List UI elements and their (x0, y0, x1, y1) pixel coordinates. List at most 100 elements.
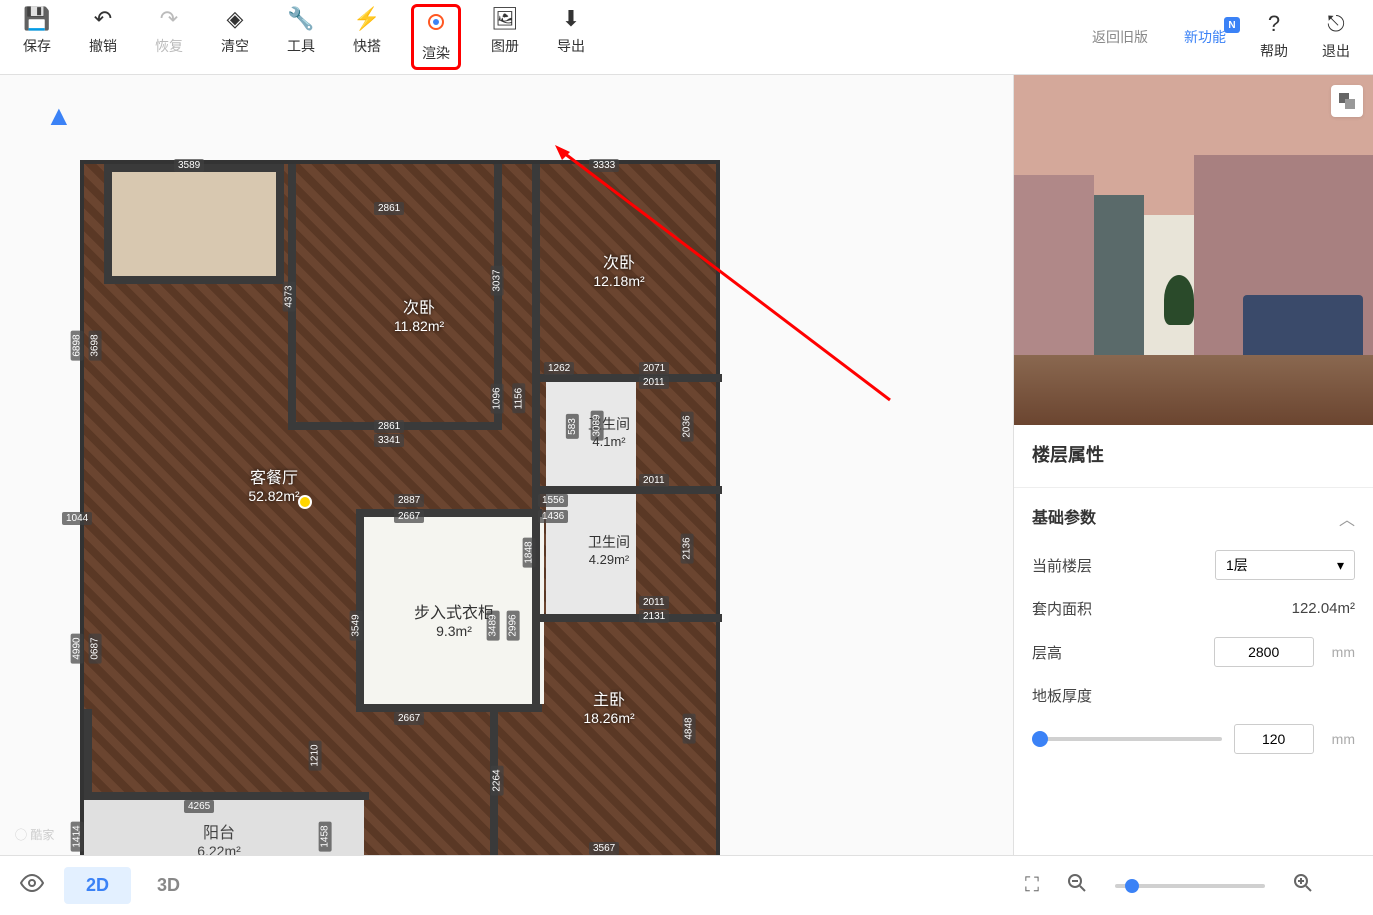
floor-select[interactable]: 1层 ▾ (1215, 550, 1355, 580)
new-badge: N (1224, 17, 1240, 33)
prop-current-floor: 当前楼层 1层 ▾ (1032, 550, 1355, 580)
preview-3d-viewport[interactable] (1014, 75, 1373, 425)
dim: 0687 (89, 633, 102, 663)
dim: 1458 (319, 821, 332, 851)
thickness-slider-thumb[interactable] (1032, 731, 1048, 747)
camera-position-marker[interactable] (298, 495, 312, 509)
quick-label: 快搭 (353, 36, 381, 56)
dim: 1848 (523, 537, 536, 567)
view-2d-button[interactable]: 2D (64, 867, 131, 904)
eraser-icon: ◈ (227, 8, 244, 30)
thickness-input[interactable] (1234, 724, 1314, 754)
tools-label: 工具 (287, 36, 315, 56)
dim: 1262 (544, 362, 574, 375)
tools-button[interactable]: 🔧 工具 (279, 4, 323, 70)
height-input[interactable] (1214, 637, 1314, 667)
chevron-up-icon: ︿ (1339, 506, 1355, 530)
help-button[interactable]: ? 帮助 (1252, 9, 1296, 65)
dim: 3037 (491, 265, 504, 295)
dim: 4373 (283, 281, 296, 311)
zoom-slider-thumb[interactable] (1125, 879, 1139, 893)
help-label: 帮助 (1260, 41, 1288, 61)
redo-button[interactable]: ↷ 恢复 (147, 4, 191, 70)
dim: 1414 (71, 821, 84, 851)
dim: 1556 (538, 494, 568, 507)
dim: 1156 (512, 384, 525, 414)
dim: 2011 (639, 376, 669, 389)
floorplan[interactable]: 次卧 11.82m² 次卧 12.18m² 客餐厅 52.82m² 卫生间 4.… (80, 160, 720, 855)
dim: 3698 (89, 330, 102, 360)
zoom-out-icon[interactable] (1067, 873, 1087, 899)
panel-basic-params: 基础参数 ︿ 当前楼层 1层 ▾ 套内面积 122.04m² 层高 mm (1014, 487, 1373, 770)
zoom-in-icon[interactable] (1293, 873, 1313, 899)
new-feature-button[interactable]: N 新功能 (1176, 23, 1234, 51)
redo-icon: ↷ (160, 8, 178, 30)
preview-plant (1164, 275, 1194, 325)
dim: 4265 (184, 800, 214, 813)
view-3d-button[interactable]: 3D (135, 867, 202, 904)
right-panel: 楼层属性 基础参数 ︿ 当前楼层 1层 ▾ 套内面积 122.04m² 层高 (1013, 75, 1373, 855)
dim: 3341 (374, 434, 404, 447)
dim: 1436 (538, 510, 568, 523)
old-version-link[interactable]: 返回旧版 (1082, 27, 1158, 47)
chevron-down-icon: ▾ (1337, 557, 1344, 574)
dim: 2861 (374, 202, 404, 215)
basic-params-header[interactable]: 基础参数 ︿ (1032, 504, 1355, 532)
area-label: 套内面积 (1032, 598, 1280, 619)
dim: 4990 (71, 633, 84, 663)
export-label: 导出 (557, 36, 585, 56)
thickness-slider[interactable] (1032, 737, 1222, 741)
exit-button[interactable]: ⎋ 退出 (1314, 9, 1358, 65)
bottom-bar: 2D 3D ⛶ (0, 855, 1373, 915)
dim: 2667 (394, 712, 424, 725)
album-button[interactable]: 🖼 图册 (483, 4, 527, 70)
zoom-slider[interactable] (1115, 884, 1265, 888)
preview-toggle-button[interactable] (1331, 85, 1363, 117)
dim: 2131 (639, 610, 669, 623)
export-button[interactable]: ⬇ 导出 (549, 4, 593, 70)
dim: 2264 (491, 765, 504, 795)
visibility-toggle[interactable] (20, 871, 44, 901)
prop-floor-height: 层高 mm (1032, 637, 1355, 667)
dim: 2071 (639, 362, 669, 375)
image-icon: 🖼 (491, 8, 519, 30)
dim: 1044 (62, 512, 92, 525)
quick-button[interactable]: ⚡ 快搭 (345, 4, 389, 70)
dim: 3589 (174, 159, 204, 172)
dim: 583 (566, 414, 579, 439)
canvas-2d[interactable]: ▲ 次 (0, 75, 1013, 855)
exit-label: 退出 (1322, 41, 1350, 61)
undo-icon: ↶ (94, 8, 112, 30)
clear-label: 清空 (221, 36, 249, 56)
render-button[interactable]: 渲染 (411, 4, 461, 70)
save-icon: 💾 (23, 8, 50, 30)
undo-label: 撤销 (89, 36, 117, 56)
top-toolbar: 💾 保存 ↶ 撤销 ↷ 恢复 ◈ 清空 🔧 工具 ⚡ 快搭 渲染 (0, 0, 1373, 75)
undo-button[interactable]: ↶ 撤销 (81, 4, 125, 70)
dim: 4848 (683, 713, 696, 743)
toolbar-left: 💾 保存 ↶ 撤销 ↷ 恢复 ◈ 清空 🔧 工具 ⚡ 快搭 渲染 (15, 4, 593, 70)
new-feature-label: 新功能 (1184, 27, 1226, 47)
thickness-label: 地板厚度 (1032, 685, 1355, 706)
wrench-icon: 🔧 (287, 8, 314, 30)
view-toggle: 2D 3D (64, 867, 202, 904)
clear-button[interactable]: ◈ 清空 (213, 4, 257, 70)
album-label: 图册 (491, 36, 519, 56)
toolbar-right: 返回旧版 N 新功能 ? 帮助 ⎋ 退出 (1082, 9, 1358, 65)
bottom-controls: ⛶ (1025, 873, 1313, 899)
area-value: 122.04m² (1292, 600, 1355, 617)
dim: 2011 (639, 596, 669, 609)
dim: 2036 (681, 411, 694, 441)
basic-params-title: 基础参数 (1032, 504, 1096, 528)
fullscreen-icon[interactable]: ⛶ (1025, 874, 1039, 897)
save-button[interactable]: 💾 保存 (15, 4, 59, 70)
question-icon: ? (1268, 13, 1280, 35)
floor-select-value: 1层 (1226, 555, 1248, 575)
dim: 6898 (71, 330, 84, 360)
camera-icon (425, 11, 447, 37)
thickness-unit: mm (1332, 731, 1355, 747)
watermark: ◯ 酷家 (15, 826, 54, 843)
dim: 1096 (491, 383, 504, 413)
download-icon: ⬇ (562, 8, 580, 30)
render-label: 渲染 (422, 43, 450, 63)
